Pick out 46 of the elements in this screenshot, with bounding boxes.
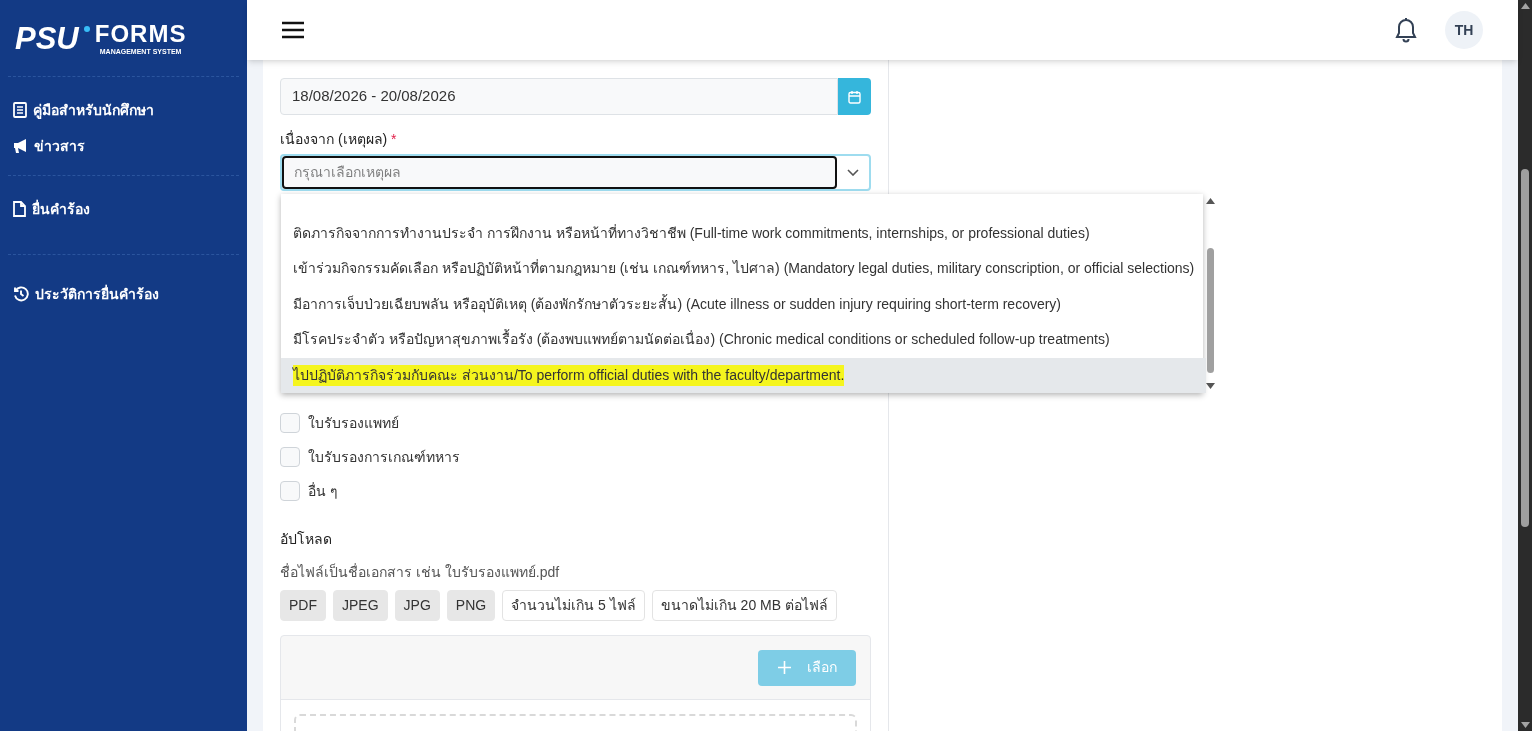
calendar-button[interactable]	[838, 78, 871, 115]
file-tag: ขนาดไม่เกิน 20 MB ต่อไฟล์	[651, 590, 837, 621]
file-tag: PDF	[280, 590, 326, 621]
plus-icon	[777, 661, 791, 674]
file-tag: JPG	[394, 590, 440, 621]
file-tag: JPEG	[333, 590, 388, 621]
checkbox[interactable]	[280, 481, 300, 501]
logo-title: FORMS	[94, 21, 187, 46]
chevron-down-icon	[847, 169, 859, 176]
menu-icon[interactable]	[282, 21, 304, 39]
sidebar-item[interactable]: ยื่นคำร้อง	[13, 198, 234, 220]
checkbox-label: อื่น ๆ	[308, 481, 338, 501]
scroll-down-icon[interactable]	[1520, 722, 1530, 728]
scrollbar-thumb[interactable]	[1207, 248, 1215, 373]
checkbox[interactable]	[280, 413, 300, 433]
file-tag: จำนวนไม่เกิน 5 ไฟล์	[502, 590, 645, 621]
field-label: เนื่องจาก (เหตุผล) *	[280, 129, 398, 150]
scroll-up-icon[interactable]	[1206, 198, 1216, 204]
hint-text: ชื่อไฟล์เป็นชื่อเอกสาร เช่น ใบรับรองแพทย์.pdf	[280, 562, 561, 582]
file-tag: PNG	[446, 590, 496, 621]
reason-select[interactable]: กรุณาเลือกเหตุผล	[280, 154, 871, 191]
dropdown-option[interactable]: ติดภารกิจจากการทำงานประจำ การฝึกงาน หรือหน้าที่ทางวิชาชีพ (Full-time work commitments, internships, or professional duties)	[281, 215, 1207, 251]
scroll-down-icon[interactable]	[1206, 383, 1216, 389]
history-icon	[13, 286, 29, 302]
book-icon	[13, 102, 27, 118]
required-mark: *	[391, 131, 397, 147]
bell-icon[interactable]	[1395, 17, 1417, 43]
sidebar-item[interactable]: ข่าวสาร	[13, 135, 234, 157]
field-label: อัปโหลด	[280, 530, 333, 549]
checkbox[interactable]	[280, 447, 300, 467]
dropdown-option[interactable]: เข้าร่วมกิจกรรมคัดเลือก หรือปฏิบัติหน้าที่ตามกฎหมาย (เช่น เกณฑ์ทหาร, ไปศาล) (Mandatory legal duties, military conscription, or official selections)	[281, 251, 1207, 287]
scroll-up-icon[interactable]	[1520, 3, 1530, 9]
checkbox-label: ใบรับรองการเกณฑ์ทหาร	[308, 447, 460, 467]
dropdown-option[interactable]: มีโรคประจำตัว หรือปัญหาสุขภาพเรื้อรัง (ต้องพบแพทย์ตามนัดต่อเนื่อง) (Chronic medical conditions or scheduled follow-up treatments)	[281, 322, 1207, 358]
calendar-icon	[848, 89, 861, 104]
dropdown-option[interactable]: ไปปฏิบัติภารกิจร่วมกับคณะ ส่วนงาน/To perform official duties with the faculty/department.	[281, 357, 1207, 393]
dropdown-option[interactable]: มีอาการเจ็บป่วยเฉียบพลัน หรืออุบัติเหตุ (ต้องพักรักษาตัวระยะสั้น) (Acute illness or sudden injury requiring short-term recovery)	[281, 286, 1207, 322]
checkbox-label: ใบรับรองแพทย์	[308, 413, 399, 433]
file-icon	[13, 201, 26, 217]
date-range-field[interactable]: 18/08/2026 - 20/08/2026	[280, 78, 838, 115]
avatar[interactable]: TH	[1445, 11, 1483, 49]
megaphone-icon	[13, 139, 28, 153]
sidebar-item[interactable]: คู่มือสำหรับนักศึกษา	[13, 99, 234, 121]
scrollbar-thumb[interactable]	[1521, 168, 1529, 528]
sidebar-item[interactable]: ประวัติการยื่นคำร้อง	[13, 283, 234, 305]
logo-mark: PSU	[15, 22, 79, 54]
